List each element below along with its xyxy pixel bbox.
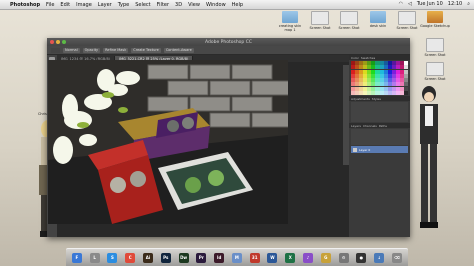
clock-date[interactable]: Tue Jun 10: [417, 1, 443, 7]
sketchup-icon: [427, 11, 443, 23]
dock-calendar-icon[interactable]: 31: [249, 252, 260, 263]
option-content-aware[interactable]: Content-Aware: [163, 47, 194, 53]
close-icon[interactable]: [50, 40, 54, 44]
status-area: ◠ ◁ Tue Jun 10 12:10 ⌕: [399, 1, 470, 7]
search-icon[interactable]: ⌕: [467, 1, 470, 7]
photo-canvas-image: [48, 60, 288, 224]
dock-word-icon[interactable]: W: [267, 252, 278, 263]
panel-tabs-layers: Layers Channels Paths: [349, 123, 410, 128]
desktop-icon-screenshot[interactable]: Screen Shot: [392, 11, 422, 30]
folder-icon: [370, 11, 386, 23]
menu-edit[interactable]: Edit: [60, 2, 70, 8]
window-titlebar[interactable]: Adobe Photoshop CC: [47, 38, 410, 46]
menu-3d[interactable]: 3D: [175, 2, 182, 8]
wifi-icon[interactable]: ◠: [399, 1, 403, 7]
menu-photoshop[interactable]: Photoshop: [10, 2, 40, 8]
option-normal[interactable]: Normal: [63, 47, 80, 53]
dock-downloads-icon[interactable]: ↓: [374, 252, 385, 263]
dock-mail-icon[interactable]: M: [231, 252, 242, 263]
minimize-icon[interactable]: [56, 40, 60, 44]
option-create-texture[interactable]: Create Texture: [131, 47, 161, 53]
still-life-photo: [48, 60, 288, 224]
image-file-icon: [426, 62, 444, 76]
volume-icon[interactable]: ◁: [408, 1, 412, 7]
desktop-icon-folder[interactable]: desk skin: [363, 11, 393, 28]
dock-safari-icon[interactable]: S: [107, 252, 118, 263]
swatch-cell[interactable]: [403, 90, 408, 95]
dock-photoshop-icon[interactable]: Ps: [160, 252, 171, 263]
dock: F L S C Ai Ps Dw Pr Id M 31 W X ♪ G ⚙ ● ↓ ⌫: [66, 248, 408, 266]
tab-paths[interactable]: Paths: [379, 124, 387, 128]
clock-time[interactable]: 12:10: [448, 1, 462, 7]
dock-game-icon[interactable]: G: [320, 252, 331, 263]
right-panels: Color Swatches Adjustments Styles Layers…: [349, 55, 410, 237]
image-file-icon: [426, 38, 444, 52]
menu-select[interactable]: Select: [135, 2, 150, 8]
desktop-icon-screenshot[interactable]: Screen Shot: [334, 11, 364, 30]
dock-dreamweaver-icon[interactable]: Dw: [178, 252, 189, 263]
tab-adjustments[interactable]: Adjustments: [351, 97, 370, 101]
menu-file[interactable]: File: [46, 2, 54, 8]
zoom-icon[interactable]: [62, 40, 66, 44]
options-bar: Normal Opacity Refine Mask Create Textur…: [47, 46, 410, 55]
dock-launchpad-icon[interactable]: L: [89, 252, 100, 263]
dock-itunes-icon[interactable]: ♪: [303, 252, 314, 263]
swatches-grid[interactable]: [351, 61, 408, 95]
menu-filter[interactable]: Filter: [157, 2, 169, 8]
folder-icon: [282, 11, 298, 23]
menu-layer[interactable]: Layer: [98, 2, 112, 8]
tab-channels[interactable]: Channels: [363, 124, 377, 128]
menu-window[interactable]: Window: [206, 2, 226, 8]
desktop-icon-sketchup[interactable]: Google Sketchup: [420, 11, 450, 28]
visibility-icon[interactable]: [353, 147, 357, 152]
window-title: Adobe Photoshop CC: [204, 39, 253, 45]
tool-preset-icon[interactable]: [51, 47, 60, 53]
menu-bar: Photoshop File Edit Image Layer Type Sel…: [0, 0, 474, 10]
layer-options: [351, 129, 408, 145]
desktop-icon-screenshot[interactable]: Screen Shot: [420, 38, 450, 57]
right-character-image: [420, 86, 438, 228]
dock-illustrator-icon[interactable]: Ai: [143, 252, 154, 263]
tab-swatches[interactable]: Swatches: [361, 56, 375, 60]
tab-color[interactable]: Color: [351, 56, 359, 60]
image-file-icon: [398, 11, 416, 25]
image-file-icon: [340, 11, 358, 25]
tab-styles[interactable]: Styles: [372, 97, 381, 101]
dock-preferences-icon[interactable]: ⚙: [338, 252, 349, 263]
tab-layers[interactable]: Layers: [351, 124, 361, 128]
dock-finder-icon[interactable]: F: [71, 252, 82, 263]
menu-view[interactable]: View: [188, 2, 200, 8]
dock-excel-icon[interactable]: X: [285, 252, 296, 263]
desktop-icon-screenshot[interactable]: Screen Shot: [305, 11, 335, 30]
option-opacity[interactable]: Opacity: [82, 47, 101, 53]
desktop-icon-screenshot[interactable]: Screen Shot: [420, 62, 450, 81]
menu-image[interactable]: Image: [76, 2, 92, 8]
option-refine-mask[interactable]: Refine Mask: [103, 47, 129, 53]
menu-type[interactable]: Type: [118, 2, 129, 8]
layer-row[interactable]: Layer 0: [351, 146, 408, 153]
dock-trash-icon[interactable]: ⌫: [391, 252, 402, 263]
menu-help[interactable]: Help: [232, 2, 243, 8]
dock-premiere-icon[interactable]: Pr: [196, 252, 207, 263]
panel-tabs-color: Color Swatches: [349, 55, 410, 60]
adjustments-panel: [351, 102, 408, 122]
image-file-icon: [311, 11, 329, 25]
dock-camera-icon[interactable]: ●: [356, 252, 367, 263]
panel-tabs-adjustments: Adjustments Styles: [349, 96, 410, 101]
desktop-icon-folder[interactable]: creating skin map 1: [275, 11, 305, 32]
dock-chrome-icon[interactable]: C: [125, 252, 136, 263]
dock-indesign-icon[interactable]: Id: [214, 252, 225, 263]
